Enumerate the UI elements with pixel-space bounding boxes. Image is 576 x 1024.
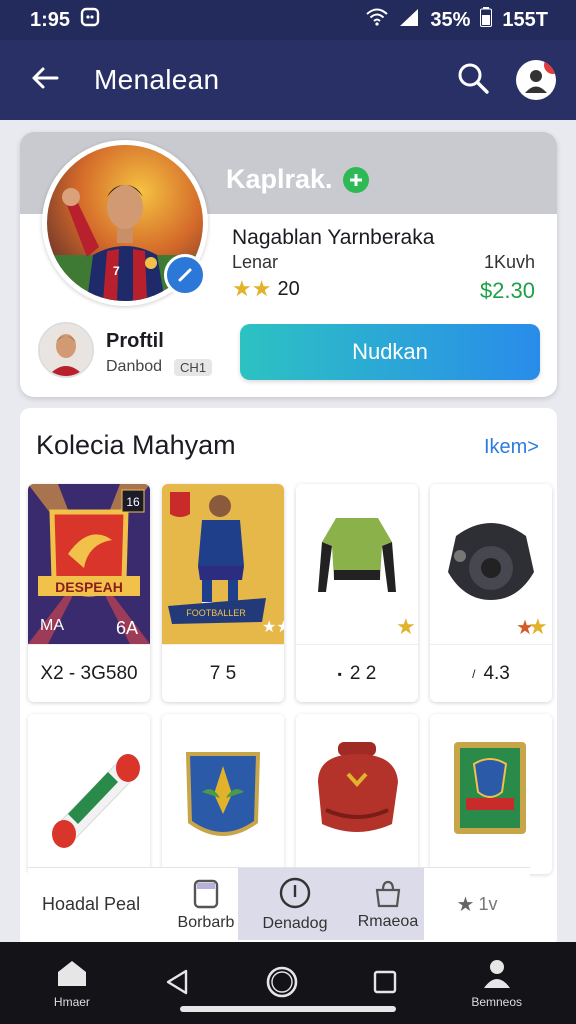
jar-icon — [191, 877, 221, 914]
battery-icon — [480, 7, 493, 33]
item-value: /4.3 — [430, 644, 552, 702]
recents-square-icon — [371, 968, 399, 999]
profile-subtitle: Nagablan Yarnberaka — [232, 226, 435, 249]
rating-value: 20 — [277, 277, 300, 300]
status-bar: 1:95 35% 155T — [0, 0, 576, 40]
tab-borbarb-label: Borbarb — [177, 913, 235, 931]
svg-text:★: ★ — [396, 615, 416, 640]
collection-item[interactable]: DESPEAH 16 MA 6A X2 - 3G580 — [28, 484, 150, 702]
app-bar: Menalean — [0, 40, 576, 120]
collection-tabbar: Hoadal Peal Borbarb Denadog Rmaeoa ★ 1v — [28, 867, 530, 940]
star-icon: ★ — [456, 893, 475, 916]
wifi-icon — [366, 8, 389, 32]
glove-image — [296, 714, 418, 874]
primary-action-button[interactable]: Nudkan — [240, 324, 540, 380]
svg-text:6A: 6A — [116, 618, 138, 638]
collection-item[interactable] — [28, 714, 150, 874]
search-icon[interactable] — [456, 61, 490, 100]
battery-percent: 35% — [430, 8, 471, 31]
profile-rating: ★★ 20 — [232, 276, 300, 302]
svg-text:FOOTBALLER: FOOTBALLER — [186, 608, 246, 618]
mask-image: ★ ★ — [430, 484, 552, 644]
profile-left-label: Lenar — [232, 252, 279, 272]
profile-right-label: 1Kuvh — [483, 252, 535, 272]
person-icon — [481, 958, 513, 991]
nav-home-label: Hmaer — [53, 994, 90, 1009]
notification-icon — [80, 7, 100, 33]
tab-rating[interactable]: ★ 1v — [424, 868, 530, 940]
collection-tab-label: Hoadal Peal — [42, 893, 141, 914]
tab-denadog-label: Denadog — [262, 914, 328, 932]
profile-avatar-small — [38, 322, 94, 378]
svg-text:DESPEAH: DESPEAH — [55, 579, 123, 595]
page-title: Menalean — [94, 64, 220, 95]
card-badge-image: DESPEAH 16 MA 6A — [28, 484, 150, 644]
profile-card: Kaplrak. 7 Nagablan Yarnberaka Lenar 1Ku… — [20, 132, 557, 397]
home-icon — [55, 958, 89, 991]
tab-rating-label: 1v — [478, 893, 498, 914]
jersey-image: ★ — [296, 484, 418, 644]
profile-name-text: Kaplrak. — [226, 164, 333, 194]
nav-profile[interactable]: Bemneos — [471, 958, 522, 1009]
profile-sub: Danbod — [106, 358, 163, 375]
tab-rmaeoa[interactable]: Rmaeoa — [352, 868, 424, 940]
nav-profile-label: Bemneos — [471, 994, 523, 1009]
back-arrow-icon[interactable] — [30, 66, 60, 95]
status-time: 1:95 — [30, 8, 71, 31]
bag-icon — [373, 878, 403, 913]
see-more-link[interactable]: Ikem> — [484, 436, 539, 459]
signal-icon — [398, 8, 420, 32]
item-value: 7 5 — [162, 644, 284, 702]
home-indicator[interactable] — [180, 1006, 396, 1012]
svg-text:16: 16 — [126, 495, 140, 509]
item-value: X2 - 3G580 — [28, 644, 150, 702]
nav-home-circle[interactable] — [264, 964, 300, 1003]
tab-borbarb[interactable]: Borbarb — [174, 868, 238, 940]
player-card-image: FOOTBALLER ★★ — [162, 484, 284, 644]
nav-recents[interactable] — [371, 968, 399, 999]
nav-home[interactable]: Hmaer — [54, 958, 90, 1009]
collection-item[interactable]: ★ ★ /4.3 — [430, 484, 552, 702]
card-pack-image — [430, 714, 552, 874]
profile-tag: CH1 — [174, 358, 213, 376]
profile-money: $2.30 — [479, 278, 535, 303]
profile-meta: Danbod CH1 — [106, 358, 213, 376]
status-clock: 155T — [502, 8, 548, 31]
tab-rmaeoa-label: Rmaeoa — [357, 912, 419, 930]
svg-text:★★: ★★ — [262, 617, 284, 636]
collection-item[interactable] — [296, 714, 418, 874]
add-friend-icon[interactable] — [342, 166, 369, 193]
collection-item[interactable] — [162, 714, 284, 874]
scarf-image — [28, 714, 150, 874]
item-value: ▪ 2 2 — [296, 644, 418, 702]
shield-icon — [162, 714, 284, 874]
collection-item[interactable]: ★ ▪ 2 2 — [296, 484, 418, 702]
collection-title: Kolecia Mahyam — [36, 430, 236, 460]
home-circle-icon — [264, 964, 300, 1003]
nav-back[interactable] — [162, 967, 192, 1000]
profile-label: Proftil — [106, 330, 164, 352]
user-avatar-button[interactable] — [516, 60, 556, 100]
svg-text:MA: MA — [40, 617, 64, 634]
star-icon: ★★ — [232, 276, 272, 301]
edit-photo-button[interactable] — [164, 254, 206, 296]
tab-denadog[interactable]: Denadog — [238, 868, 352, 940]
collection-item[interactable] — [430, 714, 552, 874]
svg-text:7: 7 — [113, 264, 120, 278]
profile-name: Kaplrak. — [226, 164, 369, 195]
back-triangle-icon — [162, 967, 192, 1000]
collection-item[interactable]: FOOTBALLER ★★ 7 5 — [162, 484, 284, 702]
info-circle-icon — [278, 876, 312, 915]
svg-text:★: ★ — [528, 615, 548, 640]
